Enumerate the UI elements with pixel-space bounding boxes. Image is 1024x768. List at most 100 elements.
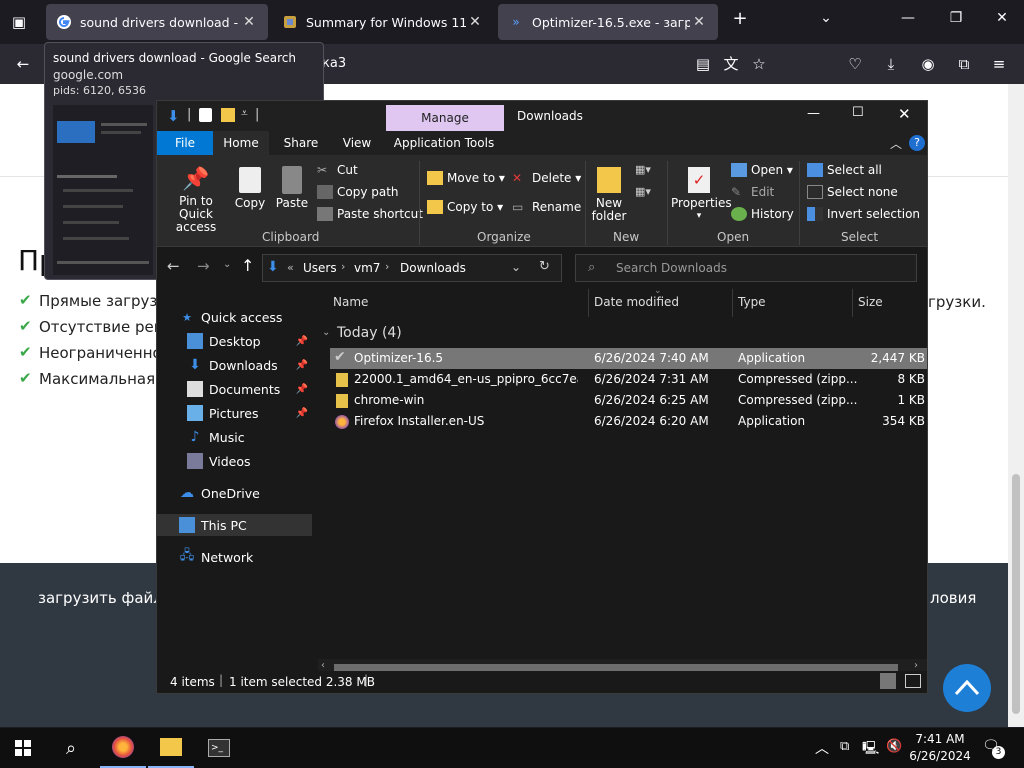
move-to-button[interactable]: Move to ▾ bbox=[427, 171, 505, 185]
up-arrow-icon[interactable]: ↑ bbox=[241, 256, 254, 275]
column-separator[interactable] bbox=[852, 289, 853, 317]
nav-onedrive[interactable]: ☁ OneDrive bbox=[179, 482, 334, 504]
clock-date[interactable]: 6/26/2024 bbox=[908, 749, 972, 763]
group-header-today[interactable]: Today (4) bbox=[337, 325, 402, 341]
column-header-type[interactable]: Type bbox=[738, 295, 766, 309]
terminal-taskbar-button[interactable]: >_ bbox=[196, 728, 242, 768]
rename-button[interactable]: ▭ Rename bbox=[512, 200, 581, 214]
column-separator[interactable] bbox=[588, 289, 589, 317]
open-button[interactable]: Open ▾ bbox=[731, 163, 793, 177]
account-icon[interactable]: ◉ bbox=[917, 53, 939, 75]
back-arrow-icon[interactable]: ← bbox=[167, 257, 180, 275]
back-arrow-icon[interactable]: ← bbox=[12, 53, 34, 75]
scroll-to-top-button[interactable] bbox=[943, 664, 991, 712]
breadcrumb-downloads[interactable]: Downloads bbox=[400, 261, 466, 275]
file-row[interactable]: ✔ Optimizer-16.5 6/26/2024 7:40 AM Appli… bbox=[330, 348, 927, 369]
nav-quick-access[interactable]: ★ Quick access bbox=[179, 306, 334, 328]
new-folder-qat-icon[interactable] bbox=[221, 108, 235, 122]
network-status-icon[interactable]: 🖳 bbox=[862, 739, 879, 761]
close-tab-icon[interactable]: ✕ bbox=[466, 14, 484, 30]
properties-button[interactable]: ✓ Properties ▾ bbox=[671, 165, 732, 223]
tab-windows-insider[interactable]: Summary for Windows 11 Insider ✕ bbox=[272, 4, 494, 40]
new-item-icon[interactable]: ▦▾ bbox=[635, 163, 657, 179]
properties-qat-icon[interactable] bbox=[199, 108, 212, 122]
breadcrumb-separator-icon[interactable]: › bbox=[385, 260, 389, 273]
new-folder-button[interactable]: New folder bbox=[589, 165, 629, 223]
help-icon[interactable]: ? bbox=[909, 135, 925, 151]
delete-button[interactable]: ✕ Delete ▾ bbox=[512, 171, 581, 185]
cut-button[interactable]: ✂ Cut bbox=[317, 163, 358, 177]
tray-app-icon[interactable]: ⧉ bbox=[840, 739, 849, 754]
paste-button[interactable]: Paste bbox=[273, 165, 311, 210]
manage-context-tab[interactable]: Manage bbox=[386, 105, 504, 131]
address-dropdown-icon[interactable]: ⌄ bbox=[511, 260, 521, 274]
firefox-taskbar-button[interactable] bbox=[100, 728, 146, 768]
tab-share[interactable]: Share bbox=[273, 131, 329, 155]
close-tab-icon[interactable]: ✕ bbox=[690, 14, 708, 30]
scroll-left-icon[interactable]: ‹ bbox=[321, 660, 325, 671]
file-explorer-taskbar-button[interactable] bbox=[148, 728, 194, 768]
history-button[interactable]: History bbox=[731, 207, 794, 221]
tab-file[interactable]: File bbox=[157, 131, 213, 155]
minimize-button[interactable]: — bbox=[896, 10, 920, 26]
copy-path-button[interactable]: Copy path bbox=[317, 185, 399, 199]
column-header-size[interactable]: Size bbox=[858, 295, 883, 309]
start-button[interactable] bbox=[0, 728, 46, 768]
maximize-button[interactable]: ☐ bbox=[852, 105, 864, 120]
invert-selection-button[interactable]: Invert selection bbox=[807, 207, 920, 221]
collapse-ribbon-icon[interactable]: ︿ bbox=[890, 135, 902, 152]
quick-access-download-icon[interactable]: ⬇ bbox=[167, 107, 180, 125]
qat-dropdown-icon[interactable]: ⩡ bbox=[241, 106, 248, 121]
nav-downloads[interactable]: ⬇ Downloads 📌 bbox=[187, 354, 312, 376]
tab-application-tools[interactable]: Application Tools bbox=[389, 131, 499, 155]
breadcrumb-users[interactable]: Users bbox=[303, 261, 337, 275]
minimize-button[interactable]: — bbox=[807, 106, 820, 121]
translate-icon[interactable]: 文 bbox=[720, 53, 742, 75]
breadcrumb-separator-icon[interactable]: › bbox=[341, 260, 345, 273]
page-scrollbar[interactable] bbox=[1008, 84, 1024, 727]
column-header-date[interactable]: Date modified bbox=[594, 295, 679, 309]
restore-button[interactable]: ❐ bbox=[944, 10, 968, 26]
select-none-button[interactable]: Select none bbox=[807, 185, 898, 199]
pin-to-quick-access-button[interactable]: 📌 Pin to Quick access bbox=[163, 165, 229, 234]
new-tab-button[interactable]: + bbox=[728, 8, 752, 29]
large-icons-view-icon[interactable] bbox=[905, 674, 921, 688]
tab-view[interactable]: View bbox=[329, 131, 385, 155]
close-tab-icon[interactable]: ✕ bbox=[240, 14, 258, 30]
edit-button[interactable]: ✎ Edit bbox=[731, 185, 774, 199]
bookmark-star-icon[interactable]: ☆ bbox=[748, 53, 770, 75]
copy-to-button[interactable]: Copy to ▾ bbox=[427, 200, 503, 214]
list-all-tabs-icon[interactable]: ⌄ bbox=[814, 10, 838, 26]
file-row[interactable]: 22000.1_amd64_en-us_ppipro_6cc7ea68_... … bbox=[330, 369, 927, 390]
tab-home[interactable]: Home bbox=[213, 131, 269, 155]
paste-shortcut-button[interactable]: Paste shortcut bbox=[317, 207, 423, 221]
search-button[interactable]: ⌕ bbox=[48, 728, 94, 768]
details-view-icon[interactable] bbox=[880, 673, 896, 689]
column-separator[interactable] bbox=[732, 289, 733, 317]
nav-desktop[interactable]: Desktop 📌 bbox=[187, 330, 312, 352]
nav-this-pc[interactable]: This PC bbox=[157, 514, 312, 536]
reader-view-icon[interactable]: ▤ bbox=[692, 53, 714, 75]
notification-center-button[interactable]: 🗨 3 bbox=[982, 738, 1005, 759]
recent-locations-icon[interactable]: ⌄ bbox=[223, 259, 231, 270]
search-box[interactable]: ⌕ Search Downloads bbox=[575, 254, 917, 282]
scroll-right-icon[interactable]: › bbox=[914, 660, 918, 671]
forward-arrow-icon[interactable]: → bbox=[197, 257, 210, 275]
pocket-icon[interactable]: ♡ bbox=[844, 53, 866, 75]
tab-optimizer-download[interactable]: » Optimizer-16.5.exe - загрузить ✕ bbox=[498, 4, 718, 40]
breadcrumb-vm7[interactable]: vm7 bbox=[354, 261, 380, 275]
column-header-name[interactable]: Name bbox=[333, 295, 368, 309]
downloads-icon[interactable]: ⤓ bbox=[880, 53, 902, 75]
easy-access-icon[interactable]: ▦▾ bbox=[635, 185, 657, 201]
select-all-button[interactable]: Select all bbox=[807, 163, 882, 177]
file-row[interactable]: Firefox Installer.en-US 6/26/2024 6:20 A… bbox=[330, 411, 927, 432]
refresh-icon[interactable]: ↻ bbox=[539, 259, 550, 274]
address-bar[interactable]: ⬇ « Users › vm7 › Downloads ⌄ ↻ bbox=[262, 254, 562, 282]
overflow-chevron-icon[interactable]: « bbox=[287, 261, 294, 274]
nav-pictures[interactable]: Pictures 📌 bbox=[187, 402, 312, 424]
nav-network[interactable]: 🖧 Network bbox=[179, 546, 334, 568]
extensions-icon[interactable]: ⧉ bbox=[953, 53, 975, 75]
checkbox-checked-icon[interactable]: ✔ bbox=[334, 349, 346, 365]
scrollbar-thumb[interactable] bbox=[1012, 474, 1020, 714]
close-button[interactable]: ✕ bbox=[898, 105, 911, 123]
